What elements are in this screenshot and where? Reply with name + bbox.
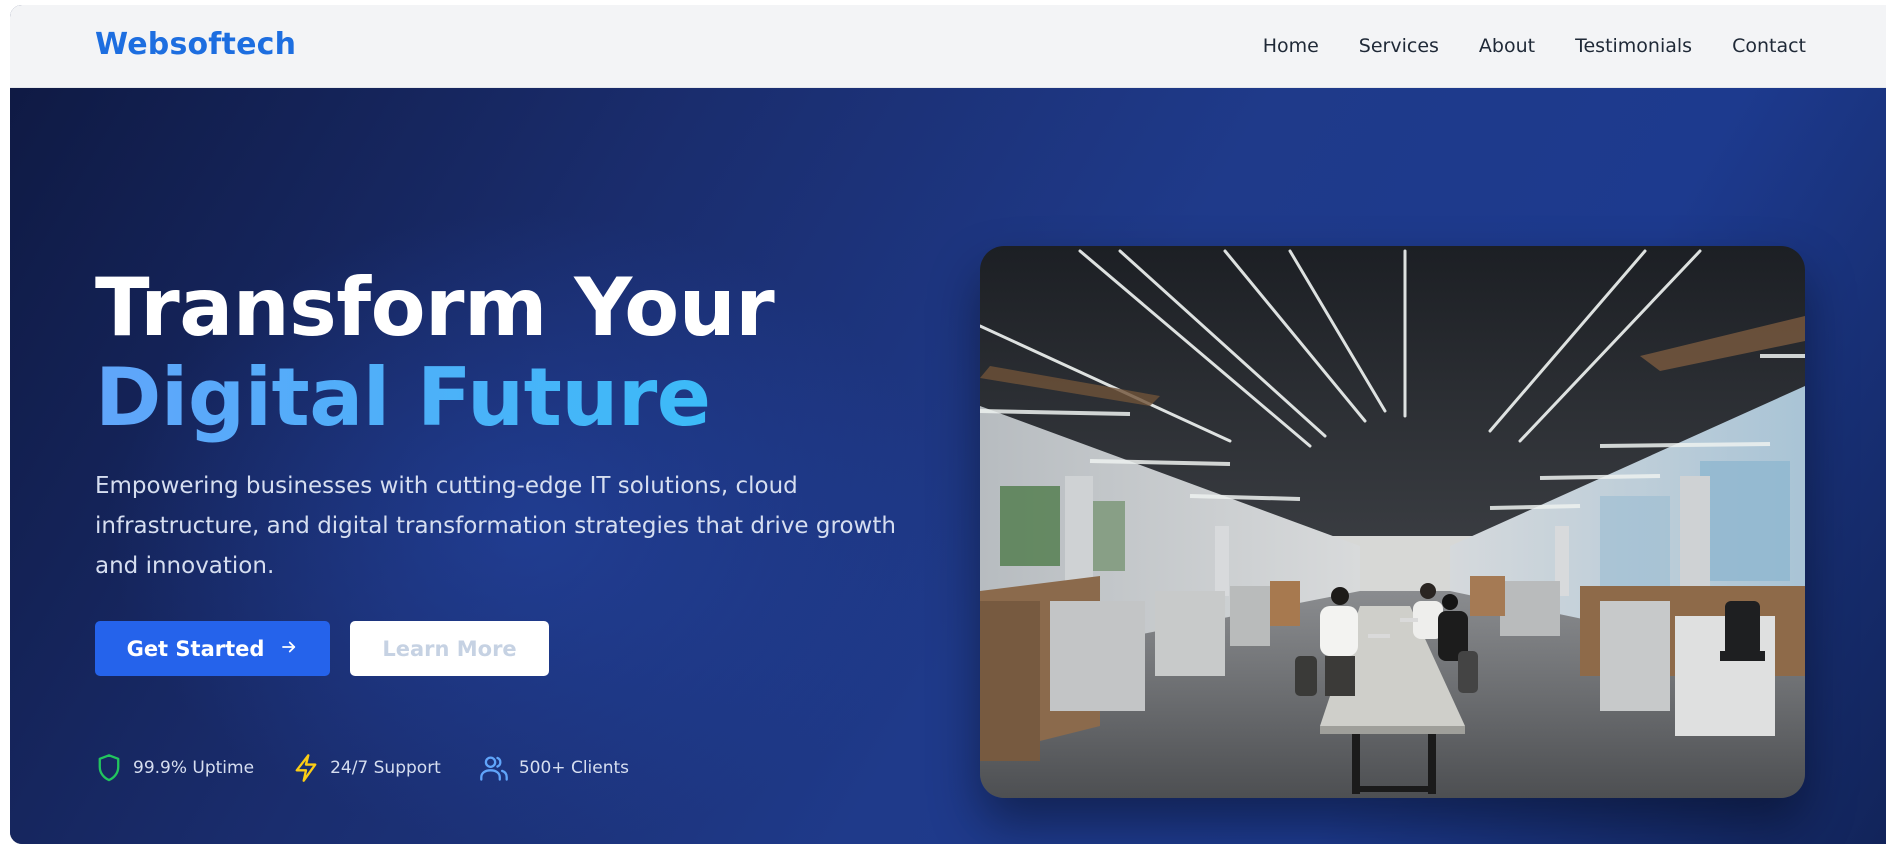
get-started-button[interactable]: Get Started xyxy=(95,621,330,676)
nav-link-testimonials[interactable]: Testimonials xyxy=(1575,35,1692,57)
learn-more-label: Learn More xyxy=(382,636,517,661)
nav-link-about[interactable]: About xyxy=(1479,35,1535,57)
office-photo xyxy=(980,246,1805,798)
stat-support-label: 24/7 Support xyxy=(330,758,441,778)
nav-link-services[interactable]: Services xyxy=(1359,35,1439,57)
arrow-right-icon xyxy=(280,637,298,661)
stat-uptime-label: 99.9% Uptime xyxy=(133,758,255,778)
learn-more-button[interactable]: Learn More xyxy=(350,621,549,676)
hero-section: Transform Your Digital Future Empowering… xyxy=(10,88,1886,844)
hero-stats: 99.9% Uptime 24/7 Support 500+ Clients xyxy=(95,753,629,783)
brand-logo[interactable]: Websoftech xyxy=(95,27,296,62)
page-frame: Websoftech Home Services About Testimoni… xyxy=(10,5,1886,844)
nav-link-home[interactable]: Home xyxy=(1263,35,1319,57)
navbar: Websoftech Home Services About Testimoni… xyxy=(10,5,1886,88)
nav-link-contact[interactable]: Contact xyxy=(1732,35,1806,57)
users-icon xyxy=(479,753,509,783)
stat-uptime: 99.9% Uptime xyxy=(95,753,254,783)
shield-icon xyxy=(95,753,123,783)
hero-headline-line2: Digital Future xyxy=(95,353,774,443)
hero-subtitle: Empowering businesses with cutting-edge … xyxy=(95,473,896,579)
lightning-icon xyxy=(292,753,320,783)
hero-headline: Transform Your Digital Future xyxy=(95,261,775,443)
stat-support: 24/7 Support xyxy=(292,753,441,783)
hero-headline-line1: Transform Your xyxy=(95,261,775,354)
stat-clients-label: 500+ Clients xyxy=(518,758,630,778)
nav-menu: Home Services About Testimonials Contact xyxy=(1263,35,1806,57)
get-started-label: Get Started xyxy=(126,636,265,661)
stat-clients: 500+ Clients xyxy=(479,753,629,783)
